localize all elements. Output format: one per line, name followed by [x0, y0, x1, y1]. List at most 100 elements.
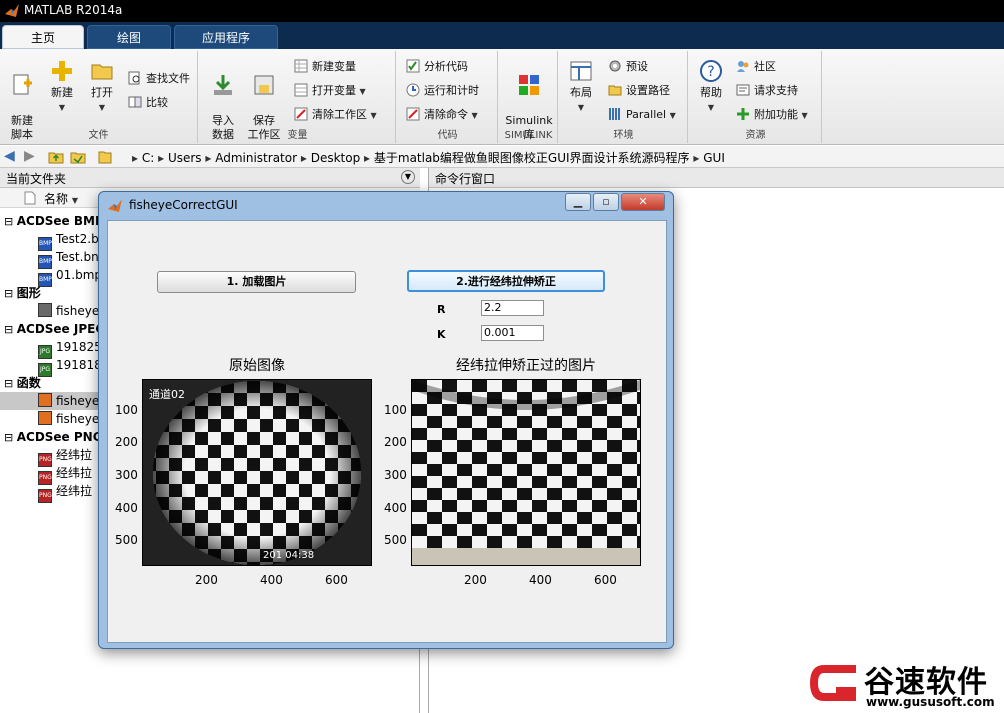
- y-tick-label: 500: [115, 533, 138, 547]
- svg-text:?: ?: [707, 64, 714, 80]
- x-tick-label: 600: [594, 573, 617, 587]
- collapse-toggle-icon[interactable]: ⊟: [4, 323, 17, 336]
- browse-folder-icon[interactable]: [70, 149, 86, 165]
- close-icon: ✕: [638, 195, 648, 208]
- dropdown-arrow-icon: ▼: [359, 87, 366, 96]
- dropdown-arrow-icon: ▼: [471, 111, 478, 120]
- panel-menu-icon[interactable]: ▼: [401, 170, 415, 184]
- file-name: 01.bmp: [56, 268, 103, 282]
- ribbon-toolbar: 新建 脚本 新建 ▼ 打开 ▼ 查找文件 比较 文件 导入 数据 保存 工作区 新建…: [0, 49, 1004, 145]
- dropdown-arrow-icon: ▼: [577, 103, 585, 112]
- breadcrumb-item[interactable]: Administrator: [215, 151, 297, 165]
- file-name: fisheye: [56, 412, 100, 426]
- dropdown-arrow-icon: ▼: [98, 103, 106, 112]
- ribbon-group-resources: ? 帮助 ▼ 社区 请求支持 附加功能 ▼ 资源: [690, 51, 822, 143]
- tab-apps[interactable]: 应用程序: [174, 25, 278, 49]
- compare-button[interactable]: 比较: [128, 95, 168, 111]
- addons-button[interactable]: 附加功能 ▼: [736, 107, 808, 124]
- new-plus-icon: [52, 61, 72, 81]
- ribbon-group-code: 分析代码 运行和计时 清除命令 ▼ 代码: [398, 51, 498, 143]
- tab-home[interactable]: 主页: [2, 25, 84, 49]
- panel-header: 命令行窗口: [429, 168, 1004, 188]
- brand-logo-icon: [810, 665, 856, 701]
- ribbon-group-label: 变量: [287, 130, 308, 141]
- open-button[interactable]: 打开 ▼: [86, 59, 118, 115]
- addons-plus-icon: [737, 108, 749, 120]
- clear-commands-button[interactable]: 清除命令 ▼: [406, 107, 478, 124]
- breadcrumb-item[interactable]: Users: [168, 151, 202, 165]
- breadcrumb-item[interactable]: GUI: [703, 151, 725, 165]
- panel-title: 当前文件夹: [6, 172, 67, 186]
- forward-arrow-icon[interactable]: ▶: [24, 148, 35, 164]
- simulink-library-icon: [519, 75, 539, 95]
- dropdown-arrow-icon: ▼: [370, 111, 377, 120]
- help-button[interactable]: ? 帮助 ▼: [696, 59, 726, 115]
- ribbon-group-simulink: Simulink 库 SIMULINK: [500, 51, 558, 143]
- collapse-toggle-icon[interactable]: ⊟: [4, 287, 17, 300]
- x-tick-label: 600: [325, 573, 348, 587]
- ribbon-group-label: 文件: [88, 130, 109, 141]
- up-folder-icon[interactable]: [48, 149, 64, 165]
- address-bar: ◀ ▶ ▸ C: ▸ Users ▸ Administrator ▸ Deskt…: [0, 146, 1004, 168]
- group-label: ACDSee BMP: [16, 214, 104, 228]
- new-button[interactable]: 新建 ▼: [46, 59, 78, 115]
- community-button[interactable]: 社区: [736, 59, 776, 75]
- layout-button[interactable]: 布局 ▼: [566, 59, 596, 115]
- collapse-toggle-icon[interactable]: ⊟: [4, 215, 17, 228]
- tab-plots[interactable]: 绘图: [87, 25, 171, 49]
- parallel-button[interactable]: Parallel ▼: [608, 107, 676, 124]
- minimize-button[interactable]: ▁: [565, 193, 591, 211]
- app-title: MATLAB R2014a: [24, 3, 123, 17]
- file-name: 191818: [56, 358, 102, 372]
- open-variable-icon: [294, 83, 308, 97]
- panel-header: 当前文件夹 ▼: [0, 168, 420, 188]
- breadcrumb: ▸ C: ▸ Users ▸ Administrator ▸ Desktop ▸…: [132, 151, 725, 165]
- corrected-image: [411, 379, 641, 566]
- load-image-button[interactable]: 1. 加载图片: [157, 271, 356, 293]
- open-variable-button[interactable]: 打开变量 ▼: [294, 83, 366, 100]
- gui-title: fisheyeCorrectGUI: [129, 198, 238, 212]
- r-input[interactable]: 2.2: [481, 300, 544, 316]
- analyze-code-button[interactable]: 分析代码: [406, 59, 468, 75]
- column-name[interactable]: 名称 ▼: [44, 190, 78, 207]
- ribbon-tab-strip: 主页 绘图 应用程序: [0, 22, 1004, 49]
- file-name: 经纬拉: [56, 466, 93, 480]
- breadcrumb-item[interactable]: 基于matlab编程做鱼眼图像校正GUI界面设计系统源码程序: [374, 151, 690, 165]
- app-title-bar: MATLAB R2014a: [0, 0, 1004, 22]
- new-variable-button[interactable]: 新建变量: [294, 59, 356, 75]
- watermark-url: www.gususoft.com: [866, 695, 995, 709]
- dropdown-arrow-icon: ▼: [669, 111, 676, 120]
- maximize-button[interactable]: ▫: [593, 193, 619, 211]
- original-image: 通道02 201 04:38: [142, 379, 372, 566]
- find-files-button[interactable]: 查找文件: [128, 71, 190, 87]
- file-name: 191825: [56, 340, 102, 354]
- group-label: 函数: [16, 376, 41, 390]
- breadcrumb-item[interactable]: Desktop: [311, 151, 361, 165]
- matlab-logo-icon: [5, 4, 19, 17]
- collapse-toggle-icon[interactable]: ⊟: [4, 377, 17, 390]
- set-path-button[interactable]: 设置路径: [608, 83, 670, 99]
- y-tick-label: 100: [115, 403, 138, 417]
- file-icon: [24, 191, 36, 205]
- clear-workspace-button[interactable]: 清除工作区 ▼: [294, 107, 377, 124]
- fig-file-icon: [38, 303, 52, 317]
- back-arrow-icon[interactable]: ◀: [4, 148, 15, 164]
- compare-icon: [128, 96, 142, 108]
- run-and-time-button[interactable]: 运行和计时: [406, 83, 479, 99]
- image-overlay-timestamp: 201 04:38: [263, 550, 315, 561]
- left-axes-title: 原始图像: [229, 358, 285, 374]
- correct-image-button[interactable]: 2.进行经纬拉伸矫正: [407, 270, 605, 292]
- preferences-button[interactable]: 预设: [608, 59, 648, 75]
- clear-commands-icon: [406, 107, 420, 121]
- clear-workspace-icon: [294, 107, 308, 121]
- fisheye-image-graphic: [143, 380, 371, 565]
- close-button[interactable]: ✕: [621, 193, 665, 211]
- y-tick-label: 100: [384, 403, 407, 417]
- image-overlay-text: 通道02: [149, 388, 185, 401]
- k-input[interactable]: 0.001: [481, 325, 544, 341]
- collapse-toggle-icon[interactable]: ⊟: [4, 431, 17, 444]
- request-support-button[interactable]: 请求支持: [736, 83, 798, 99]
- folder-icon: [608, 85, 622, 96]
- png-file-icon: PNG: [38, 489, 52, 503]
- breadcrumb-item[interactable]: C:: [142, 151, 154, 165]
